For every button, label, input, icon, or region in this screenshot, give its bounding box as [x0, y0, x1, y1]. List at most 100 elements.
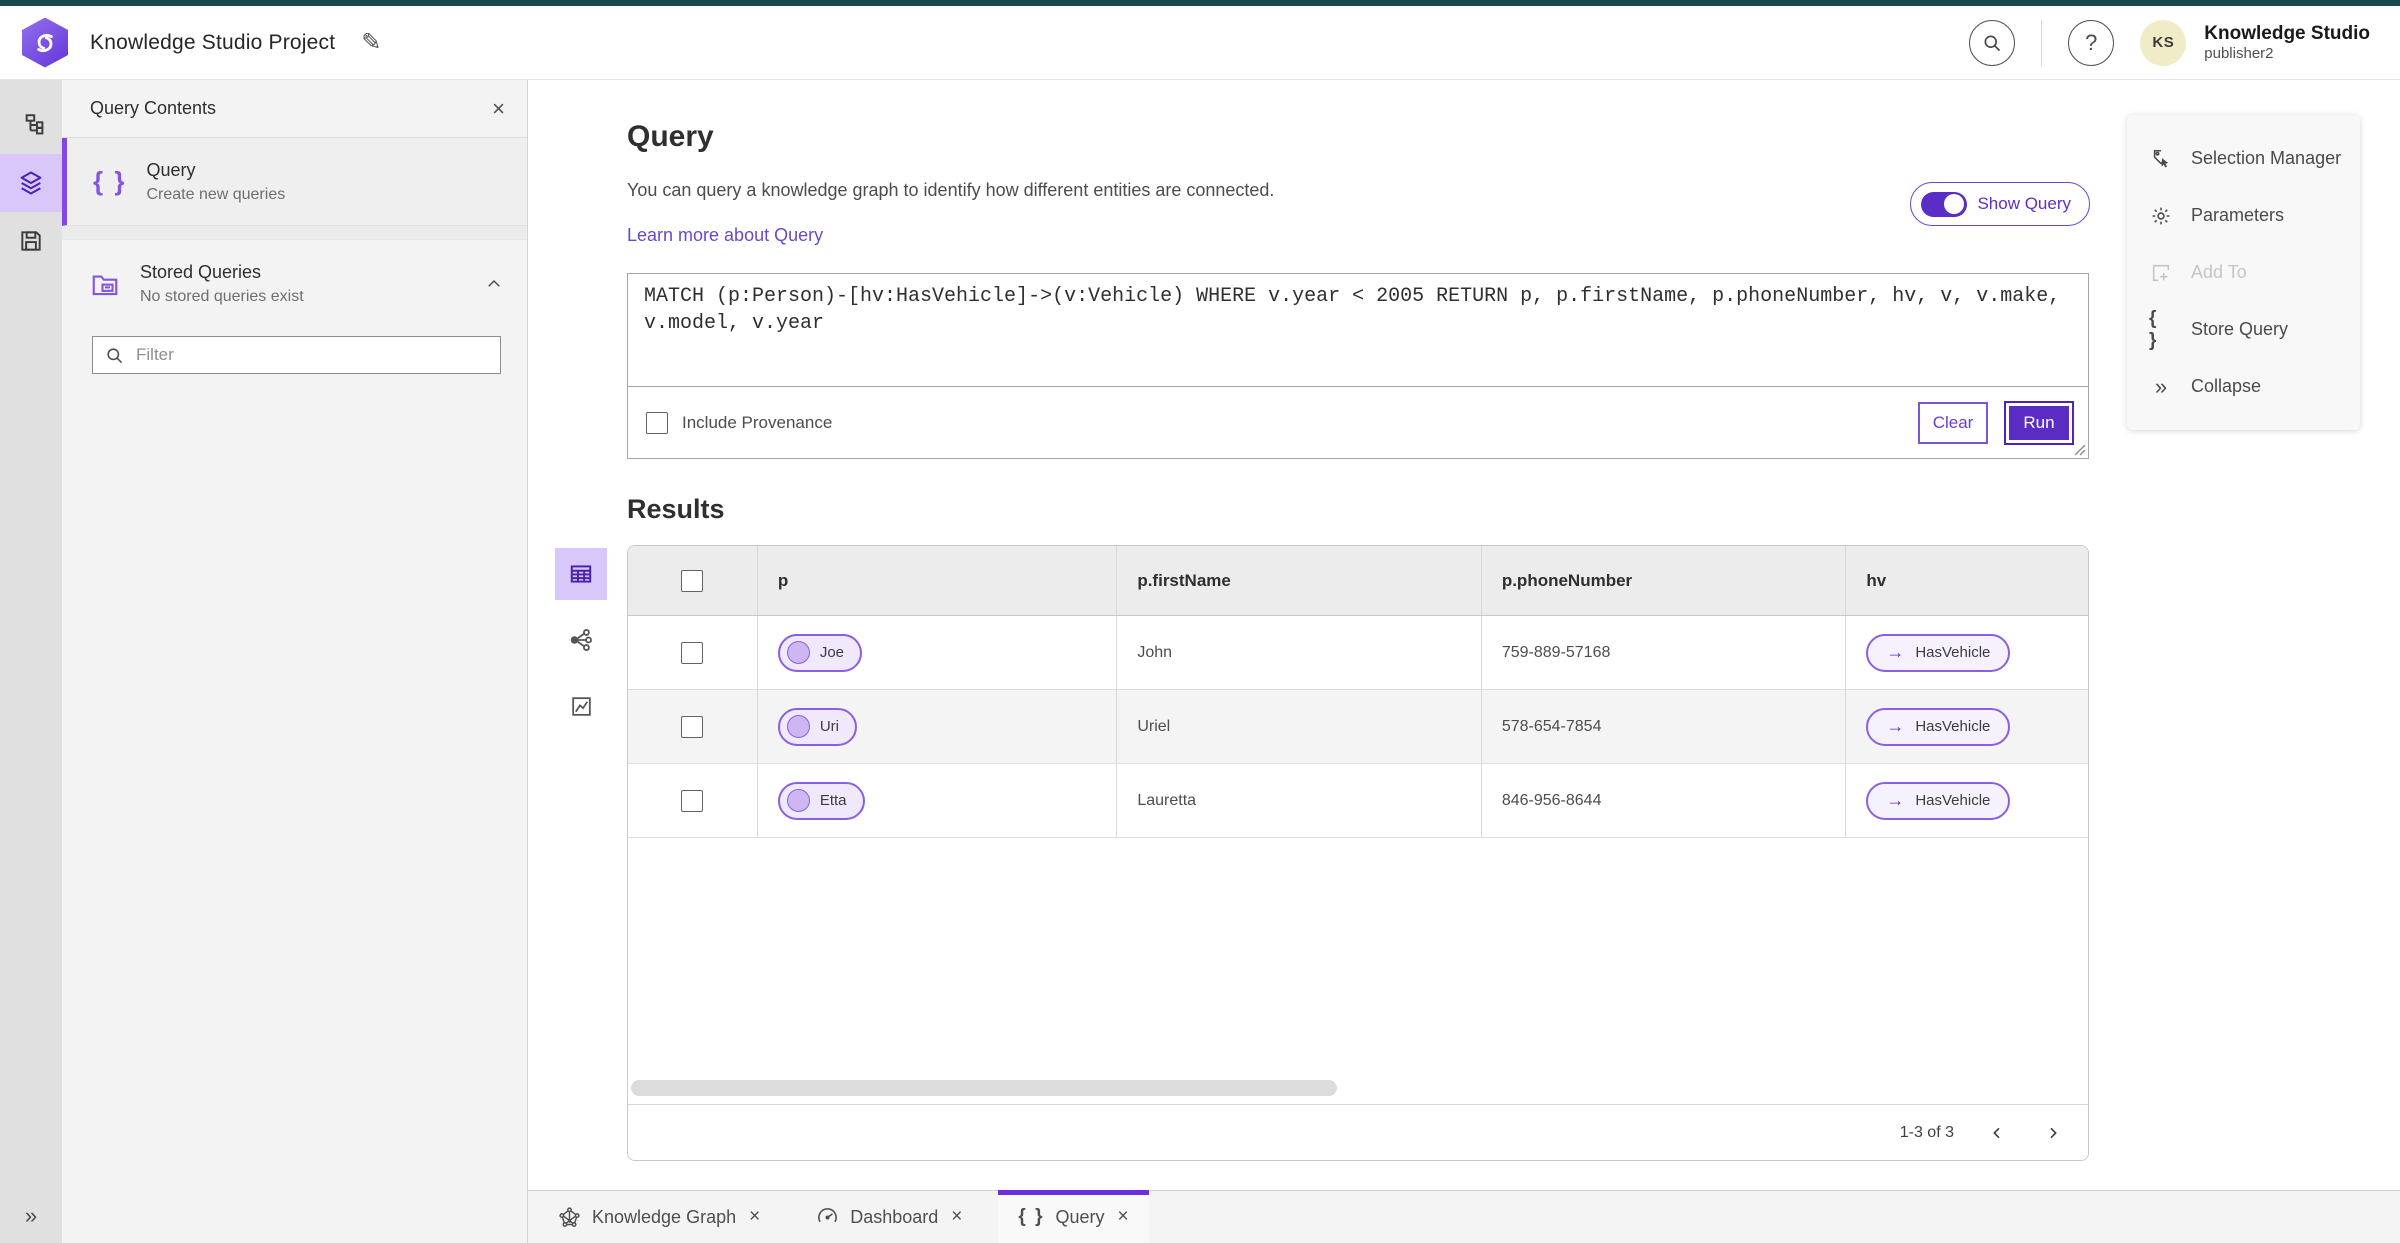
layers-icon [20, 171, 42, 195]
page-title: Query [627, 120, 714, 153]
cell-phonenumber: 846-956-8644 [1501, 791, 1602, 809]
add-to-icon [2152, 264, 2170, 281]
main-area: Query You can query a knowledge graph to… [528, 80, 2400, 1243]
node-icon [786, 789, 810, 812]
select-all-checkbox[interactable] [681, 569, 704, 592]
row-checkbox[interactable] [681, 641, 704, 664]
clear-button[interactable]: Clear [1918, 401, 1988, 444]
query-editor-footer: Include Provenance Clear Run [628, 387, 2088, 458]
save-icon [21, 231, 41, 251]
avatar[interactable]: KS [2140, 19, 2187, 66]
help-button[interactable]: ? [2068, 19, 2115, 66]
table-icon [570, 565, 592, 583]
run-button[interactable]: Run [2004, 400, 2074, 445]
edge-chip-label: HasVehicle [1915, 718, 1991, 735]
rail-item-layers[interactable] [0, 154, 62, 212]
main-content: Query You can query a knowledge graph to… [528, 80, 2400, 1190]
expand-rail-icon[interactable]: » [0, 1203, 62, 1229]
arrow-right-icon: → [1886, 790, 1905, 810]
collapse-item[interactable]: » Collapse [2127, 358, 2360, 415]
rail-item-hierarchy[interactable] [0, 96, 62, 154]
store-query-item[interactable]: { } Store Query [2127, 301, 2360, 358]
search-icon [1984, 35, 2001, 51]
left-rail: » [0, 80, 62, 1243]
tab-label: Knowledge Graph [592, 1206, 737, 1227]
close-tab-icon[interactable]: × [1118, 1206, 1129, 1228]
node-chip[interactable]: Joe [777, 633, 862, 672]
hierarchy-icon [25, 114, 44, 135]
row-checkbox[interactable] [681, 715, 704, 738]
edge-chip[interactable]: → HasVehicle [1866, 781, 2011, 820]
collapse-section-icon[interactable] [485, 275, 503, 293]
chevron-right-icon [2050, 1127, 2057, 1138]
cell-phonenumber: 759-889-57168 [1501, 643, 1611, 661]
cell-firstname: John [1137, 643, 1173, 661]
selection-manager-item[interactable]: Selection Manager [2127, 130, 2360, 187]
stored-queries-title: Stored Queries [140, 262, 262, 282]
edge-chip[interactable]: → HasVehicle [1866, 707, 2011, 746]
graph-view-button[interactable] [555, 614, 607, 666]
node-icon [786, 641, 810, 664]
row-checkbox[interactable] [681, 789, 704, 812]
query-item[interactable]: { } Query Create new queries [62, 138, 527, 226]
query-actions-panel: Selection Manager Parameters Add To {} … [2127, 115, 2360, 430]
node-icon [786, 715, 810, 738]
add-to-label: Add To [2191, 262, 2247, 282]
query-editor-card: MATCH (p:Person)-[hv:HasVehicle]->(v:Veh… [627, 273, 2089, 459]
learn-more-link[interactable]: Learn more about Query [627, 225, 823, 246]
horizontal-scrollbar[interactable] [631, 1080, 1337, 1096]
page-description: You can query a knowledge graph to ident… [627, 180, 1275, 200]
panel-gap [62, 226, 527, 240]
knowledge-graph-icon [559, 1206, 580, 1227]
column-header-p: p [777, 570, 789, 590]
parameters-label: Parameters [2191, 205, 2285, 225]
chart-icon [571, 696, 591, 716]
column-header-phonenumber: p.phoneNumber [1501, 570, 1633, 590]
table-view-button[interactable] [555, 548, 607, 600]
query-contents-panel: Query Contents × { } Query Create new qu… [62, 80, 528, 1243]
stored-queries-item[interactable]: Stored Queries No stored queries exist [62, 240, 527, 328]
edge-chip-label: HasVehicle [1915, 644, 1991, 661]
chart-view-button[interactable] [555, 680, 607, 732]
user-info: Knowledge Studio publisher2 [2204, 23, 2370, 62]
braces-icon: { } [2149, 307, 2159, 351]
node-chip[interactable]: Uri [777, 707, 857, 746]
resize-handle-icon[interactable] [2074, 444, 2086, 456]
cell-firstname: Uriel [1137, 717, 1171, 735]
results-title: Results [627, 494, 725, 524]
next-page-button[interactable] [2040, 1120, 2066, 1146]
tab-dashboard[interactable]: Dashboard × [796, 1191, 982, 1243]
filter-input[interactable] [136, 345, 488, 365]
braces-icon: { } [1018, 1206, 1045, 1227]
previous-page-button[interactable] [1984, 1120, 2010, 1146]
braces-icon: { } [93, 166, 127, 196]
show-query-label: Show Query [1977, 194, 2071, 213]
close-tab-icon[interactable]: × [749, 1206, 760, 1228]
filter-row [62, 328, 527, 394]
search-button[interactable] [1969, 19, 2016, 66]
close-panel-icon[interactable]: × [492, 97, 505, 120]
close-tab-icon[interactable]: × [951, 1206, 962, 1228]
query-editor[interactable]: MATCH (p:Person)-[hv:HasVehicle]->(v:Veh… [628, 274, 2088, 387]
edge-chip[interactable]: → HasVehicle [1866, 633, 2011, 672]
cell-firstname: Lauretta [1137, 791, 1197, 809]
show-query-toggle[interactable]: Show Query [1910, 182, 2090, 226]
table-row: Etta Lauretta 846-956-8644 → HasVehicle [628, 764, 2088, 838]
results-table-card: p p.firstName p.phoneNumber hv Joe John … [627, 545, 2089, 1161]
table-row: Joe John 759-889-57168 → HasVehicle [628, 616, 2088, 690]
include-provenance-checkbox[interactable] [646, 411, 668, 434]
stored-queries-folder-icon [92, 275, 118, 296]
rail-item-save[interactable] [0, 212, 62, 270]
parameters-item[interactable]: Parameters [2127, 187, 2360, 244]
table-header-row: p p.firstName p.phoneNumber hv [628, 546, 2088, 616]
node-chip-label: Uri [819, 718, 839, 735]
tab-query[interactable]: { } Query × [998, 1190, 1149, 1243]
tab-label: Dashboard [850, 1206, 939, 1227]
edit-project-name-icon[interactable]: ✎ [361, 28, 381, 57]
tab-knowledge-graph[interactable]: Knowledge Graph × [538, 1191, 780, 1243]
collapse-label: Collapse [2191, 376, 2262, 396]
selection-manager-label: Selection Manager [2191, 148, 2342, 168]
bottom-tab-bar: Knowledge Graph × Dashboard × { } Query … [528, 1190, 2400, 1243]
node-chip[interactable]: Etta [777, 781, 865, 820]
query-item-title: Query [146, 159, 196, 180]
